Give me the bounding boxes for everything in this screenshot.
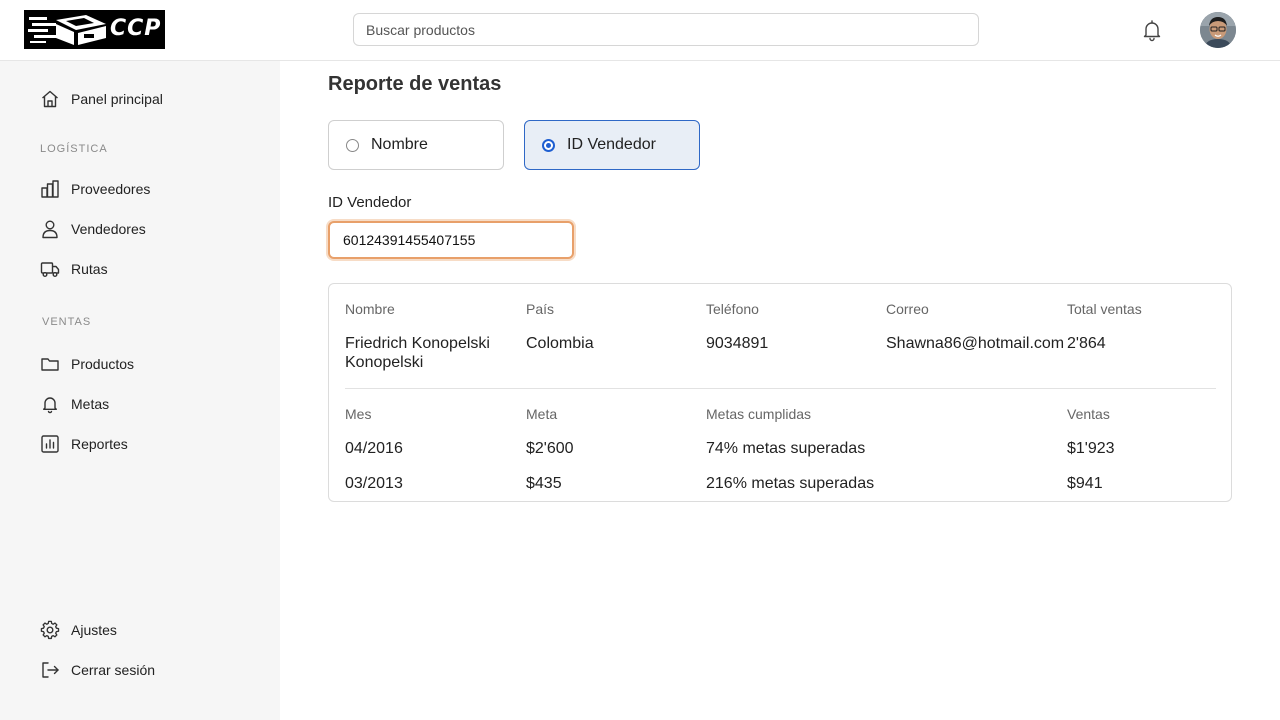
goal-row-1-mes: 04/2016: [345, 440, 403, 457]
sidebar-item-label: Vendedores: [71, 221, 146, 237]
goal-row-2-cumplidas: 216% metas superadas: [706, 475, 875, 492]
radio-option-nombre[interactable]: Nombre: [328, 120, 504, 170]
section-label-ventas: VENTAS: [42, 316, 92, 328]
sidebar-item-reportes[interactable]: Reportes: [40, 432, 128, 456]
sidebar-item-productos[interactable]: Productos: [40, 352, 134, 376]
home-icon: [42, 90, 58, 108]
goal-row-1-cumplidas: 74% metas superadas: [706, 440, 866, 457]
column-header-telefono: Teléfono: [706, 301, 759, 317]
truck-icon: [40, 262, 60, 277]
sidebar-item-vendedores[interactable]: Vendedores: [40, 217, 146, 241]
column-header-mes: Mes: [345, 406, 372, 422]
seller-email: Shawna86@hotmail.com: [886, 335, 1065, 352]
sidebar-item-label: Cerrar sesión: [71, 662, 156, 678]
seller-country: Colombia: [526, 335, 594, 352]
logo-text: CCP: [110, 16, 162, 41]
sidebar-item-label: Ajustes: [71, 622, 117, 638]
sidebar-item-label: Metas: [71, 396, 110, 412]
sidebar-item-metas[interactable]: Metas: [40, 392, 109, 416]
page-title: Reporte de ventas: [328, 73, 502, 95]
seller-name-line1: Friedrich Konopelski: [345, 335, 490, 352]
sidebar: Panel principal LOGÍSTICA Proveedores Ve…: [0, 61, 280, 720]
sidebar-item-label: Proveedores: [71, 181, 151, 197]
section-label-logistica: LOGÍSTICA: [40, 143, 108, 155]
logo[interactable]: CCP: [24, 10, 165, 49]
seller-report-panel: Nombre País Teléfono Correo Total ventas…: [328, 283, 1232, 502]
avatar-image: [1200, 12, 1236, 48]
radio-label: ID Vendedor: [567, 136, 656, 153]
goal-row-1-ventas: $1'923: [1067, 440, 1115, 457]
radio-button[interactable]: [542, 138, 555, 152]
sidebar-item-ajustes[interactable]: Ajustes: [40, 618, 117, 642]
column-header-metas-cumplidas: Metas cumplidas: [706, 406, 812, 422]
sidebar-item-panel-principal[interactable]: Panel principal: [40, 87, 163, 111]
user-avatar[interactable]: [1200, 12, 1236, 48]
notifications-bell-icon[interactable]: [1140, 18, 1164, 42]
id-vendedor-input[interactable]: [328, 221, 574, 259]
sidebar-item-rutas[interactable]: Rutas: [40, 257, 108, 281]
id-vendedor-label: ID Vendedor: [328, 194, 412, 211]
goal-row-1-meta: $2'600: [526, 440, 574, 457]
goal-row-2-ventas: $941: [1067, 475, 1103, 492]
radio-button[interactable]: [346, 138, 359, 152]
seller-name: Friedrich Konopelski Konopelski: [345, 334, 490, 372]
seller-total-sales: 2'864: [1067, 335, 1106, 352]
seller-phone: 9034891: [706, 335, 769, 352]
gear-icon: [40, 620, 60, 640]
goal-row-2-meta: $435: [526, 475, 562, 492]
column-header-total-ventas: Total ventas: [1067, 301, 1142, 317]
sidebar-item-cerrar-sesion[interactable]: Cerrar sesión: [40, 658, 155, 682]
divider: [345, 388, 1216, 389]
sidebar-item-proveedores[interactable]: Proveedores: [40, 177, 150, 201]
folder-icon: [41, 358, 59, 371]
column-header-meta: Meta: [526, 406, 558, 422]
radio-label: Nombre: [371, 136, 428, 153]
user-icon: [42, 220, 58, 239]
bar-chart-icon: [41, 435, 59, 453]
radio-option-id-vendedor[interactable]: ID Vendedor: [524, 120, 700, 170]
search-input[interactable]: [353, 13, 979, 46]
column-header-pais: País: [526, 301, 555, 317]
bell-icon: [43, 397, 57, 414]
sidebar-item-label: Panel principal: [71, 91, 163, 107]
sidebar-item-label: Reportes: [71, 436, 128, 452]
building-icon: [41, 180, 59, 198]
column-header-ventas: Ventas: [1067, 406, 1110, 422]
sidebar-item-label: Rutas: [71, 261, 108, 277]
column-header-nombre: Nombre: [345, 301, 395, 317]
seller-name-line2: Konopelski: [345, 354, 424, 371]
sidebar-item-label: Productos: [71, 356, 135, 372]
logout-icon: [42, 662, 59, 678]
goal-row-2-mes: 03/2013: [345, 475, 403, 492]
column-header-correo: Correo: [886, 301, 929, 317]
top-bar: CCP: [0, 0, 1280, 61]
